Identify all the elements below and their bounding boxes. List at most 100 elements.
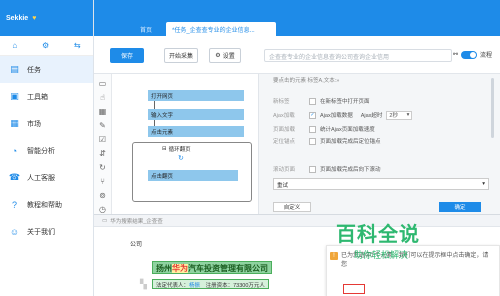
- sidebar-item-about[interactable]: ☺ 关于我们: [0, 218, 93, 245]
- document-icon: ▤: [10, 64, 19, 74]
- about-icon: ☺: [9, 226, 20, 237]
- sidebar-item-tasks[interactable]: ▤ 任务: [0, 56, 93, 83]
- help-icon: ?: [11, 199, 17, 210]
- settings-label: 设置: [222, 54, 235, 60]
- flow-arrow: [154, 101, 155, 109]
- company-info[interactable]: 法定代表人：杨振 注册资本：73300万元人: [152, 279, 269, 289]
- wait-tool-icon[interactable]: ◷: [98, 204, 108, 214]
- brand-bar: Sekkie ♥: [0, 0, 93, 36]
- gear-icon[interactable]: ⚙: [42, 41, 49, 50]
- flow-toggle[interactable]: ⚯ 流程: [453, 50, 492, 59]
- sidebar-item-label: 人工客服: [27, 174, 55, 182]
- capital-value: 73300万元人: [233, 283, 265, 289]
- flow-node-open-page[interactable]: 打开网页: [148, 90, 244, 101]
- start-collect-button[interactable]: 开始采集: [164, 48, 198, 63]
- confirm-button[interactable]: 确定: [439, 202, 481, 212]
- home-icon[interactable]: ⌂: [12, 41, 17, 50]
- ajax-checkbox[interactable]: ✓: [309, 111, 316, 119]
- panel-scrollbar[interactable]: [491, 78, 494, 138]
- input-tool-icon[interactable]: ✎: [98, 120, 108, 130]
- tab-bar: 首页 *任务_企查查专业的企业信息...: [94, 0, 500, 36]
- legal-rep-label: 法定代表人：: [156, 283, 190, 289]
- anchor-row: 定位锚点 页面加载完成后定位锚点: [273, 136, 381, 146]
- flow-canvas: 打开网页 输入文字 点击元素 ⊟ 循环翻页 ↻ 点击翻页: [112, 74, 258, 214]
- anchor-checkbox[interactable]: [309, 137, 316, 145]
- company-name-highlight: 华为: [172, 264, 188, 273]
- flow-tool-strip: ▭ ☝ ▦ ✎ ☑ ⇵ ↻ ⑂ ⊚ ◷: [94, 74, 112, 214]
- page-icon: ▭: [102, 217, 108, 224]
- share-icon[interactable]: ⇆: [74, 41, 81, 50]
- analysis-icon: ◔: [11, 145, 18, 156]
- retry-select[interactable]: 重试 ▾: [273, 178, 489, 190]
- save-button[interactable]: 保存: [110, 48, 144, 63]
- toolbar: 保存 开始采集 ⚙ 设置 企查查专业的企业信息查询公司查询企业信用 ⚯ 流程: [94, 36, 500, 74]
- preview-tab[interactable]: ▭ 华为搜索结果_企查查: [102, 217, 163, 225]
- company-logo-icon: ▚: [140, 279, 147, 289]
- scroll-row: 滚动页面 页面加载完成后向下滚动: [273, 164, 381, 174]
- settings-button[interactable]: ⚙ 设置: [209, 48, 241, 63]
- extract-tool-icon[interactable]: ▦: [98, 106, 108, 116]
- ajax-timeout-label: Ajax超时: [360, 113, 383, 119]
- custom-button[interactable]: 自定义: [273, 202, 311, 212]
- sidebar-item-support[interactable]: ☎ 人工客服: [0, 164, 93, 191]
- flow-icon: ⚯: [452, 52, 458, 58]
- loop-title-label: 循环翻页: [168, 147, 191, 153]
- tab-home[interactable]: 首页: [134, 22, 158, 36]
- watermark-title: 百科全说: [336, 224, 420, 246]
- flow-node-input-text[interactable]: 输入文字: [148, 109, 244, 120]
- loop-tool-icon[interactable]: ↻: [98, 162, 108, 172]
- sidebar-item-toolbox[interactable]: ▣ 工具箱: [0, 83, 93, 110]
- flow-node-click[interactable]: 点击元素: [148, 126, 244, 137]
- new-tab-label: 新标签: [273, 99, 290, 105]
- legal-rep-value[interactable]: 杨振: [189, 283, 200, 289]
- sidebar-item-help[interactable]: ? 教程和帮助: [0, 191, 93, 218]
- tab-task[interactable]: *任务_企查查专业的企业信息...: [166, 22, 276, 36]
- flow-node-next-page[interactable]: 点击翻页: [148, 170, 238, 181]
- collapse-icon[interactable]: ⊟: [162, 146, 167, 152]
- panel-subtitle: 要点击的元素 标签A,文本:»: [273, 78, 340, 84]
- scroll-label: 滚动页面: [273, 167, 296, 173]
- company-name[interactable]: 扬州华为汽车投资管理有限公司: [152, 261, 272, 274]
- new-tab-checkbox[interactable]: [309, 97, 316, 105]
- click-tool-icon[interactable]: ☝: [98, 92, 108, 102]
- switch-tool-icon[interactable]: ⇵: [98, 148, 108, 158]
- sidebar-item-market[interactable]: ▦ 市场: [0, 110, 93, 137]
- chevron-down-icon: ▾: [482, 181, 485, 187]
- market-icon: ▦: [10, 118, 19, 128]
- sidebar-item-label: 任务: [27, 66, 41, 74]
- properties-panel: 要点击的元素 标签A,文本:» 新标签 在新标签中打开页面 Ajax加载 ✓ A…: [258, 74, 500, 214]
- company-name-suffix: 汽车投资管理有限公司: [188, 264, 268, 273]
- branch-tool-icon[interactable]: ⑂: [98, 176, 108, 186]
- app-name: Sekkie: [6, 14, 29, 22]
- page-load-checkbox[interactable]: [309, 125, 316, 133]
- retry-value: 重试: [277, 183, 289, 189]
- refresh-icon: ↻: [178, 155, 184, 162]
- chevron-down-icon: ▾: [406, 112, 410, 118]
- sidebar-item-label: 教程和帮助: [27, 201, 62, 209]
- sidebar-item-analysis[interactable]: ◔ 智能分析: [0, 137, 93, 164]
- loop-title: ⊟ 循环翻页: [162, 145, 191, 153]
- watermark: 百科全说 助你轻松解决: [330, 218, 460, 268]
- mouse-tool-icon[interactable]: ⊚: [98, 190, 108, 200]
- watermark-subtitle: 助你轻松解决: [354, 250, 409, 260]
- flow-label: 流程: [479, 53, 492, 59]
- open-page-tool-icon[interactable]: ▭: [98, 78, 108, 88]
- gear-icon: ⚙: [215, 53, 221, 59]
- ajax-timeout-select[interactable]: 2秒 ▾: [386, 110, 413, 120]
- page-load-option: 统计Ajax页面加载速度: [320, 127, 375, 133]
- scroll-checkbox[interactable]: [309, 165, 316, 173]
- new-tab-option: 在新标签中打开页面: [320, 99, 370, 105]
- section-title: 公司: [130, 242, 143, 248]
- flow-switch[interactable]: [460, 50, 477, 59]
- capital-label: 注册资本：: [205, 283, 234, 289]
- ajax-label: Ajax加载: [273, 113, 295, 119]
- popup-highlight-box[interactable]: [343, 284, 365, 294]
- scroll-option: 页面加载完成后向下滚动: [320, 167, 381, 173]
- heart-icon: ♥: [32, 14, 37, 22]
- ajax-row: Ajax加载 ✓ Ajax加载数据 Ajax超时 2秒 ▾: [273, 110, 413, 120]
- url-input[interactable]: 企查查专业的企业信息查询公司查询企业信用: [264, 49, 452, 62]
- sidebar: Sekkie ♥ ⌂ ⚙ ⇆ ▤ 任务 ▣ 工具箱 ▦ 市场 ◔ 智能分析 ☎ …: [0, 0, 94, 296]
- toolbox-icon: ▣: [10, 91, 19, 101]
- anchor-option: 页面加载完成后定位锚点: [320, 139, 381, 145]
- verify-tool-icon[interactable]: ☑: [98, 134, 108, 144]
